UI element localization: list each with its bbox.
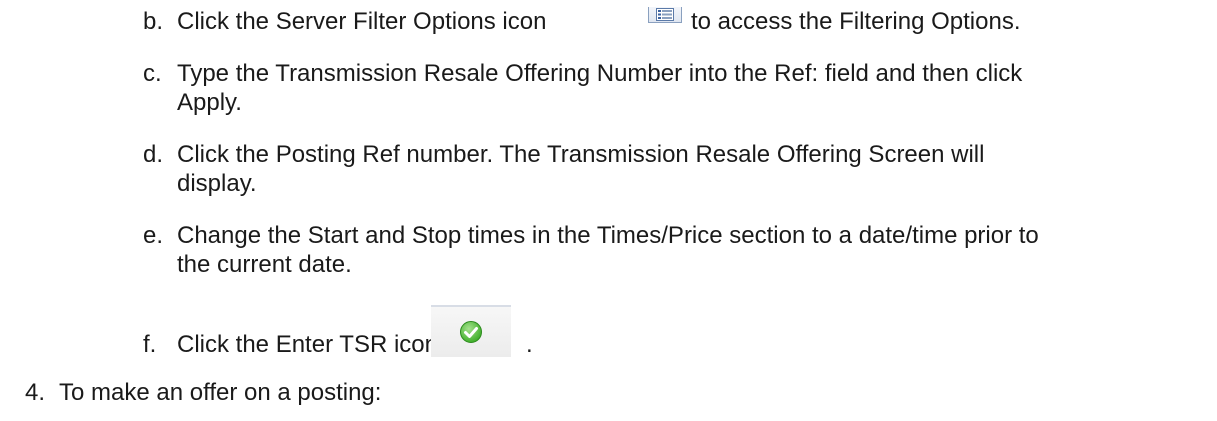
step-text-d-line2: display.: [177, 170, 257, 197]
step-text-e-line2: the current date.: [177, 251, 352, 278]
step-marker-4: 4.: [25, 379, 46, 406]
filter-options-icon: [648, 7, 682, 23]
step-text-4: To make an offer on a posting:: [59, 379, 382, 406]
step-text-c-line2: Apply.: [177, 89, 242, 116]
step-text-b-part1: Click the Server Filter Options icon: [177, 8, 547, 35]
step-marker-d: d.: [143, 141, 164, 168]
step-text-b-part2: to access the Filtering Options.: [691, 8, 1021, 35]
step-marker-f: f.: [143, 331, 157, 358]
step-marker-b: b.: [143, 8, 164, 35]
step-text-f-part2: .: [526, 331, 533, 358]
step-text-c-line1: Type the Transmission Resale Offering Nu…: [177, 60, 1023, 87]
step-text-e-line1: Change the Start and Stop times in the T…: [177, 222, 1039, 249]
step-text-d-line1: Click the Posting Ref number. The Transm…: [177, 141, 985, 168]
enter-tsr-check-icon: [431, 305, 511, 357]
step-text-f-part1: Click the Enter TSR icon: [177, 331, 438, 358]
step-marker-e: e.: [143, 222, 164, 249]
step-marker-c: c.: [143, 60, 162, 87]
